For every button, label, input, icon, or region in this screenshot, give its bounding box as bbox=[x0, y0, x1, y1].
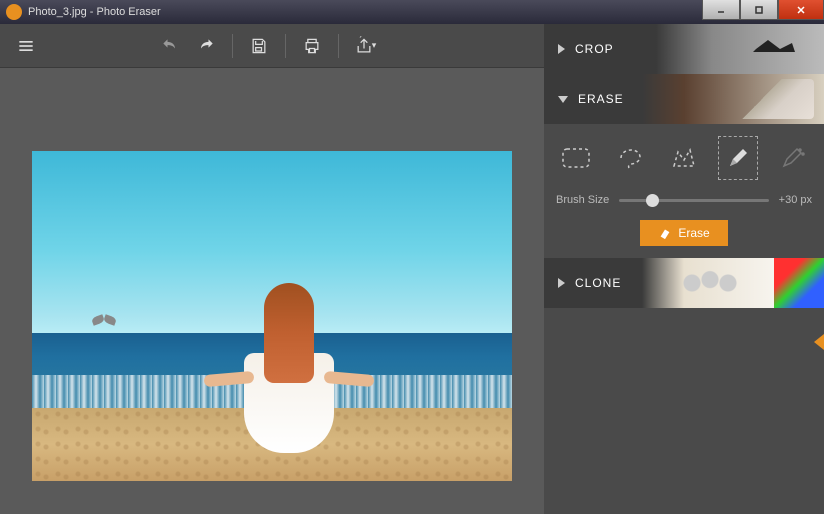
panel-erase-label: ERASE bbox=[578, 92, 624, 106]
menu-button[interactable] bbox=[12, 32, 40, 60]
minimize-button[interactable] bbox=[702, 0, 740, 20]
chevron-down-icon bbox=[558, 96, 568, 103]
tool-row bbox=[556, 136, 812, 180]
window-title: Photo_3.jpg - Photo Eraser bbox=[28, 6, 161, 18]
print-button[interactable] bbox=[298, 32, 326, 60]
window-controls bbox=[702, 0, 824, 20]
brush-size-row: Brush Size +30 px bbox=[556, 194, 812, 206]
chevron-right-icon bbox=[558, 44, 565, 54]
brush-size-slider[interactable] bbox=[619, 199, 768, 202]
share-button[interactable]: ▾ bbox=[351, 32, 379, 60]
panel-clone-label: CLONE bbox=[575, 276, 621, 290]
save-button[interactable] bbox=[245, 32, 273, 60]
eraser-icon bbox=[658, 226, 672, 240]
app-icon bbox=[6, 4, 22, 20]
panel-crop-header[interactable]: CROP bbox=[544, 24, 824, 74]
brush-tool[interactable] bbox=[718, 136, 758, 180]
magic-eraser-tool[interactable] bbox=[772, 136, 812, 180]
maximize-button[interactable] bbox=[740, 0, 778, 20]
side-panel: CROP ERASE bbox=[544, 24, 824, 514]
redo-button[interactable] bbox=[192, 32, 220, 60]
close-button[interactable] bbox=[778, 0, 824, 20]
main-area: ▾ bbox=[0, 24, 544, 514]
slider-thumb[interactable] bbox=[646, 194, 659, 207]
titlebar: Photo_3.jpg - Photo Eraser bbox=[0, 0, 824, 24]
toolbar: ▾ bbox=[0, 24, 544, 68]
undo-button[interactable] bbox=[156, 32, 184, 60]
panel-clone-header[interactable]: CLONE bbox=[544, 258, 824, 308]
brush-size-label: Brush Size bbox=[556, 194, 609, 206]
expand-tab[interactable] bbox=[814, 334, 824, 350]
panel-crop-label: CROP bbox=[575, 42, 614, 56]
rectangle-select-tool[interactable] bbox=[556, 136, 596, 180]
lasso-select-tool[interactable] bbox=[610, 136, 650, 180]
photo-canvas[interactable] bbox=[32, 151, 512, 481]
brush-size-value: +30 px bbox=[779, 194, 812, 206]
polygon-select-tool[interactable] bbox=[664, 136, 704, 180]
erase-button-label: Erase bbox=[678, 226, 709, 240]
panel-erase-body: Brush Size +30 px Erase bbox=[544, 124, 824, 258]
erase-button[interactable]: Erase bbox=[640, 220, 727, 246]
panel-erase-header[interactable]: ERASE bbox=[544, 74, 824, 124]
canvas-area[interactable] bbox=[0, 68, 544, 514]
chevron-right-icon bbox=[558, 278, 565, 288]
